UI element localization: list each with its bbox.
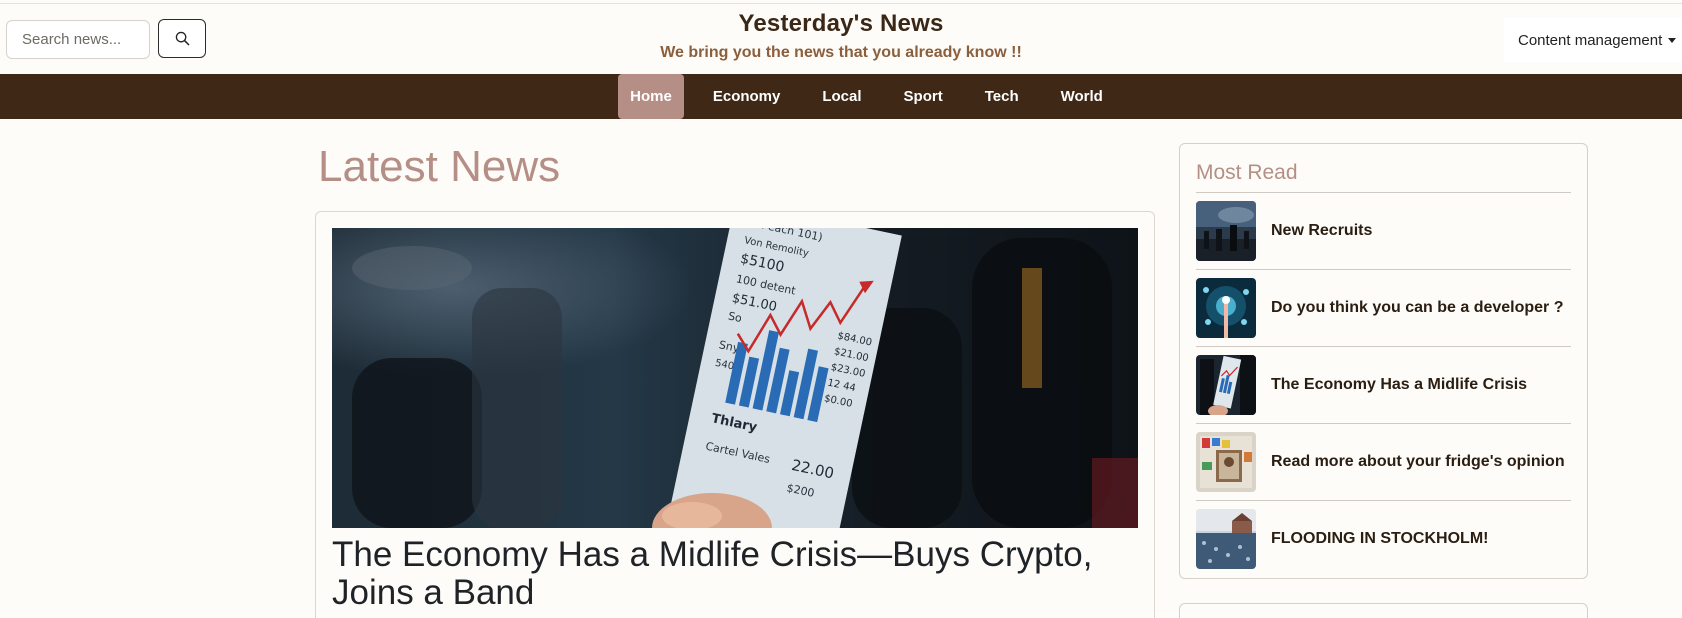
most-read-panel: Most Read New Recruits Do you think you … (1179, 143, 1588, 579)
nav-home[interactable]: Home (618, 74, 684, 119)
main-navbar: Home Economy Local Sport Tech World (0, 74, 1682, 119)
content-management-label: Content management (1518, 31, 1663, 49)
most-read-list: New Recruits Do you think you can be a d… (1196, 192, 1571, 577)
most-read-label: New Recruits (1271, 222, 1373, 239)
most-read-item[interactable]: FLOODING IN STOCKHOLM! (1196, 500, 1571, 577)
sidebar-next-card (1179, 603, 1588, 618)
nav-world[interactable]: World (1040, 74, 1124, 119)
featured-headline[interactable]: The Economy Has a Midlife Crisis—Buys Cr… (332, 536, 1138, 612)
most-read-item[interactable]: New Recruits (1196, 192, 1571, 269)
featured-news-card[interactable]: Ion each 101) Von Remolity $5100 100 det… (315, 211, 1155, 618)
site-tagline: We bring you the news that you already k… (660, 44, 1022, 61)
nav-sport[interactable]: Sport (883, 74, 964, 119)
most-read-label: Read more about your fridge's opinion (1271, 453, 1565, 470)
receipt-chart-thumbnail (1196, 355, 1256, 415)
nav-tech[interactable]: Tech (964, 74, 1040, 119)
most-read-label: Do you think you can be a developer ? (1271, 299, 1564, 316)
flooding-thumbnail (1196, 509, 1256, 569)
featured-image[interactable]: Ion each 101) Von Remolity $5100 100 det… (332, 228, 1138, 528)
site-header: Yesterday's News We bring you the news t… (0, 4, 1682, 74)
tech-network-thumbnail (1196, 278, 1256, 338)
nav-local[interactable]: Local (801, 74, 882, 119)
content-management-dropdown[interactable]: Content management (1504, 18, 1682, 62)
nav-economy[interactable]: Economy (692, 74, 802, 119)
most-read-label: FLOODING IN STOCKHOLM! (1271, 530, 1489, 547)
caret-down-icon (1668, 37, 1677, 43)
most-read-item[interactable]: Read more about your fridge's opinion (1196, 423, 1571, 500)
soldiers-silhouette-thumbnail (1196, 201, 1256, 261)
most-read-item[interactable]: The Economy Has a Midlife Crisis (1196, 346, 1571, 423)
most-read-label: The Economy Has a Midlife Crisis (1271, 376, 1528, 393)
site-title[interactable]: Yesterday's News (0, 10, 1682, 38)
most-read-item[interactable]: Do you think you can be a developer ? (1196, 269, 1571, 346)
fridge-thumbnail (1196, 432, 1256, 492)
most-read-title: Most Read (1196, 161, 1298, 184)
section-title: Latest News (318, 142, 561, 191)
